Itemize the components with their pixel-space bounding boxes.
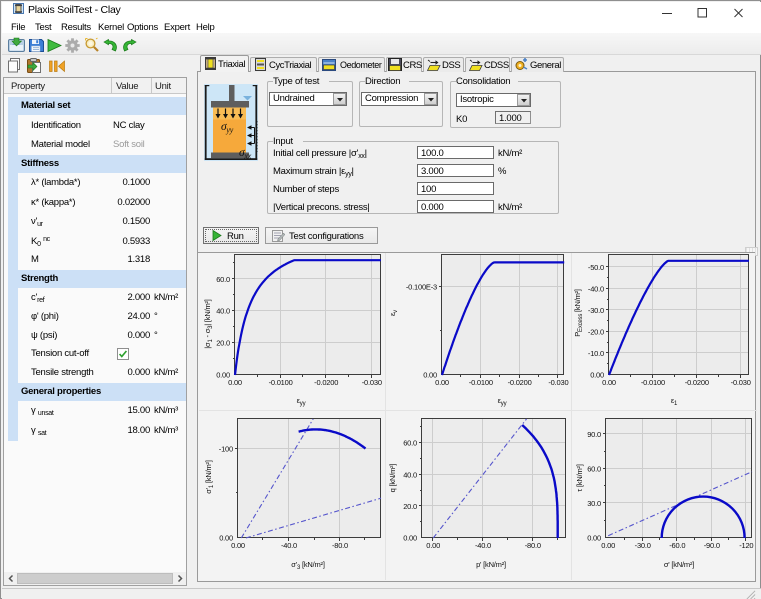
svg-text:-0.030: -0.030	[362, 378, 382, 387]
svg-text:0.00: 0.00	[231, 541, 245, 550]
svg-text:-0.0100: -0.0100	[469, 378, 493, 387]
svg-text:-80.0: -80.0	[525, 541, 541, 550]
svg-text:30.0: 30.0	[587, 499, 601, 508]
svg-text:40.0: 40.0	[403, 470, 417, 479]
svg-text:0.00: 0.00	[435, 378, 449, 387]
svg-text:20.0: 20.0	[403, 502, 417, 511]
svg-text:PExcess [kN/m²]: PExcess [kN/m²]	[573, 289, 584, 337]
svg-text:σ'3 [kN/m²]: σ'3 [kN/m²]	[291, 560, 325, 571]
svg-text:-50.0: -50.0	[588, 263, 604, 272]
svg-text:-0.100E-3: -0.100E-3	[406, 283, 437, 292]
svg-text:ε1: ε1	[671, 396, 678, 407]
svg-text:20.0: 20.0	[216, 339, 230, 348]
svg-text:0.00: 0.00	[602, 378, 616, 387]
svg-text:60.0: 60.0	[403, 439, 417, 448]
svg-text:-0.0200: -0.0200	[314, 378, 338, 387]
svg-text:-30.0: -30.0	[588, 306, 604, 315]
svg-text:τ [kN/m²]: τ [kN/m²]	[575, 464, 584, 492]
svg-text:-40.0: -40.0	[281, 541, 297, 550]
svg-text:-0.030: -0.030	[548, 378, 568, 387]
svg-text:0.00: 0.00	[426, 541, 440, 550]
svg-text:σ' [kN/m²]: σ' [kN/m²]	[664, 560, 694, 569]
svg-text:0.00: 0.00	[587, 534, 601, 543]
svg-text:-20.0: -20.0	[588, 327, 604, 336]
svg-text:σ'1 [kN/m²]: σ'1 [kN/m²]	[204, 460, 215, 494]
svg-text:40.0: 40.0	[216, 307, 230, 316]
svg-text:q [kN/m²]: q [kN/m²]	[388, 464, 397, 493]
svg-text:-100: -100	[219, 445, 233, 454]
svg-text:-40.0: -40.0	[588, 284, 604, 293]
svg-text:εyy: εyy	[498, 396, 507, 407]
svg-text:-40.0: -40.0	[475, 541, 491, 550]
svg-text:90.0: 90.0	[587, 430, 601, 439]
svg-text:-80.0: -80.0	[332, 541, 348, 550]
svg-text:-0.0200: -0.0200	[685, 378, 709, 387]
svg-text:-60.0: -60.0	[669, 541, 685, 550]
svg-text:0.00: 0.00	[601, 541, 615, 550]
svg-text:-120: -120	[739, 541, 753, 550]
svg-text:0.00: 0.00	[403, 534, 417, 543]
svg-text:p' [kN/m²]: p' [kN/m²]	[476, 560, 506, 569]
svg-text:-0.0100: -0.0100	[269, 378, 293, 387]
svg-text:εv: εv	[388, 310, 399, 316]
svg-text:|σ1 - σ3| [kN/m²]: |σ1 - σ3| [kN/m²]	[203, 299, 214, 348]
svg-text:-90.0: -90.0	[704, 541, 720, 550]
svg-text:60.0: 60.0	[587, 464, 601, 473]
svg-text:-10.0: -10.0	[588, 349, 604, 358]
svg-text:εyy: εyy	[297, 396, 306, 407]
svg-text:0.00: 0.00	[228, 378, 242, 387]
svg-text:-0.030: -0.030	[731, 378, 751, 387]
svg-text:60.0: 60.0	[216, 275, 230, 284]
svg-text:-30.0: -30.0	[635, 541, 651, 550]
svg-text:-0.0200: -0.0200	[508, 378, 532, 387]
svg-text:-0.0100: -0.0100	[641, 378, 665, 387]
